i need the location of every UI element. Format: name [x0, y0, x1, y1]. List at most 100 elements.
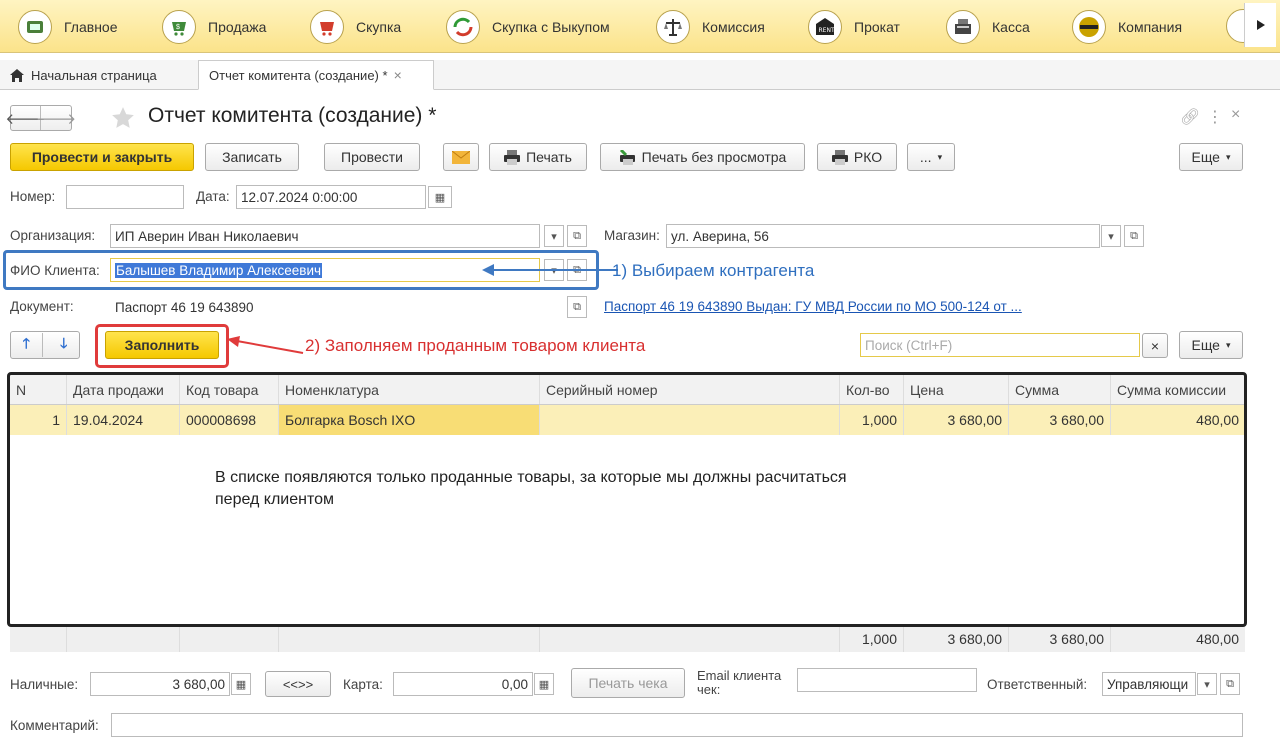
clear-search-button[interactable]: ×: [1142, 333, 1168, 358]
client-selected-text: Балышев Владимир Алексеевич: [115, 262, 323, 278]
section-commission[interactable]: Комиссия: [656, 0, 765, 53]
total-commission: 480,00: [1196, 630, 1239, 647]
comment-label: Комментарий:: [10, 718, 99, 733]
sections-scroll-right-button[interactable]: [1244, 3, 1276, 47]
cycle-icon: [446, 9, 480, 44]
print-receipt-button[interactable]: Печать чека: [571, 668, 685, 698]
swap-amounts-button[interactable]: <<>>: [265, 671, 331, 697]
move-down-icon[interactable]: 🡓: [49, 333, 80, 357]
responsible-field[interactable]: Управляющи: [1102, 672, 1196, 696]
calculator-icon[interactable]: ▦: [231, 673, 251, 695]
svg-text:RENT: RENT: [819, 27, 835, 34]
tab-commitent-report[interactable]: Отчет комитента (создание) * ×: [198, 60, 434, 90]
post-and-close-button[interactable]: Провести и закрыть: [10, 143, 194, 171]
number-label: Номер:: [10, 189, 56, 204]
email-label: Email клиента чек:: [697, 669, 781, 697]
more-vertical-icon[interactable]: ⋮: [1207, 107, 1223, 127]
section-buyout[interactable]: Скупка: [310, 0, 401, 53]
tab-home[interactable]: Начальная страница: [10, 60, 157, 90]
section-label: Касса: [992, 18, 1030, 35]
rko-button[interactable]: РКО: [817, 143, 897, 171]
client-field[interactable]: Балышев Владимир Алексеевич: [110, 258, 540, 282]
close-form-icon[interactable]: ×: [1231, 106, 1240, 124]
document-label: Документ:: [10, 299, 74, 314]
annotation-frame-table: [7, 372, 1247, 627]
card-field[interactable]: 0,00: [393, 672, 533, 696]
dropdown-arrow-icon[interactable]: ▾: [544, 225, 564, 247]
email-label-line2: чек:: [697, 682, 721, 697]
favorite-star-icon[interactable]: [109, 105, 137, 131]
organization-field[interactable]: ИП Аверин Иван Николаевич: [110, 224, 540, 248]
responsible-label: Ответственный:: [987, 677, 1088, 692]
sections-panel: Главное $ Продажа Скупка Скупка с Выкупо…: [0, 0, 1280, 53]
email-button[interactable]: [443, 143, 479, 171]
client-label: ФИО Клиента:: [10, 263, 100, 278]
total-quantity: 1,000: [840, 625, 904, 652]
print-without-preview-button[interactable]: Печать без просмотра: [600, 143, 805, 171]
calendar-icon[interactable]: ▦: [428, 186, 452, 208]
post-button[interactable]: Провести: [324, 143, 420, 171]
dropdown-arrow-icon: ▾: [937, 151, 943, 162]
basket-icon: [310, 9, 344, 44]
print-button[interactable]: Печать: [489, 143, 587, 171]
cart-icon: $: [162, 9, 196, 44]
link-icon[interactable]: 🔗︎: [1180, 107, 1200, 127]
annotation-arrow-red: [227, 336, 304, 354]
fill-button[interactable]: Заполнить: [105, 331, 219, 359]
date-field[interactable]: 12.07.2024 0:00:00: [236, 185, 426, 209]
printer-icon: [504, 149, 521, 165]
annotation-step1: 1) Выбираем контрагента: [612, 261, 815, 280]
section-sales[interactable]: $ Продажа: [162, 0, 266, 53]
save-button[interactable]: Записать: [205, 143, 299, 171]
number-field[interactable]: [66, 185, 184, 209]
dropdown-arrow-icon[interactable]: ▾: [1101, 225, 1121, 247]
move-up-icon[interactable]: 🡑: [11, 333, 43, 357]
tab-active-label: Отчет комитента (создание) *: [209, 67, 388, 83]
open-icon[interactable]: ⧉: [1220, 673, 1240, 695]
total-price: 3 680,00: [904, 625, 1009, 652]
section-label: Главное: [64, 18, 118, 35]
annotation-note-line1: В списке появляются только проданные тов…: [215, 469, 847, 486]
section-rent[interactable]: RENT Прокат: [808, 0, 900, 53]
home-icon: [18, 9, 52, 44]
calculator-icon[interactable]: ▦: [534, 673, 554, 695]
triangle-right-icon: [1256, 20, 1265, 30]
open-icon[interactable]: ⧉: [567, 296, 587, 318]
card-label: Карта:: [343, 677, 383, 692]
dropdown-arrow-icon[interactable]: ▾: [1197, 673, 1217, 695]
dropdown-arrow-icon: ▾: [1225, 339, 1231, 350]
section-label: Продажа: [208, 18, 267, 35]
forward-arrow-icon[interactable]: 🡒: [36, 106, 76, 130]
section-company[interactable]: Компания: [1072, 0, 1182, 53]
section-cash[interactable]: Касса: [946, 0, 1030, 53]
annotation-arrow-blue: [482, 264, 618, 276]
search-input[interactable]: Поиск (Ctrl+F): [860, 333, 1140, 357]
company-icon: [1072, 9, 1106, 44]
more-dots-label: ...: [919, 149, 932, 165]
rent-icon: RENT: [808, 9, 842, 44]
more-commands-button[interactable]: ... ▾: [907, 143, 955, 171]
comment-field[interactable]: [111, 713, 1243, 737]
envelope-icon: [452, 150, 470, 164]
document-link[interactable]: Паспорт 46 19 643890 Выдан: ГУ МВД Росси…: [604, 299, 1022, 314]
email-field[interactable]: [797, 668, 977, 692]
close-tab-icon[interactable]: ×: [394, 67, 402, 83]
cash-field[interactable]: 3 680,00: [90, 672, 230, 696]
section-buyout-redemption[interactable]: Скупка с Выкупом: [446, 0, 610, 53]
table-more-button[interactable]: Еще ▾: [1179, 331, 1243, 359]
email-label-line1: Email клиента: [697, 668, 782, 683]
open-windows-tabs: Начальная страница Отчет комитента (созд…: [0, 60, 1280, 90]
home-icon: [10, 68, 24, 82]
document-field[interactable]: Паспорт 46 19 643890: [110, 295, 565, 319]
section-main[interactable]: Главное: [18, 0, 118, 53]
scales-icon: [656, 9, 690, 44]
shop-field[interactable]: ул. Аверина, 56: [666, 224, 1100, 248]
more-button[interactable]: Еще ▾: [1179, 143, 1243, 171]
open-icon[interactable]: ⧉: [1124, 225, 1144, 247]
section-label: Прокат: [854, 18, 900, 35]
form-title: Отчет комитента (создание) *: [148, 104, 437, 127]
shop-label: Магазин:: [604, 228, 660, 243]
total-sum: 3 680,00: [1009, 625, 1111, 652]
dropdown-arrow-icon: ▾: [1225, 151, 1231, 162]
open-icon[interactable]: ⧉: [567, 225, 587, 247]
